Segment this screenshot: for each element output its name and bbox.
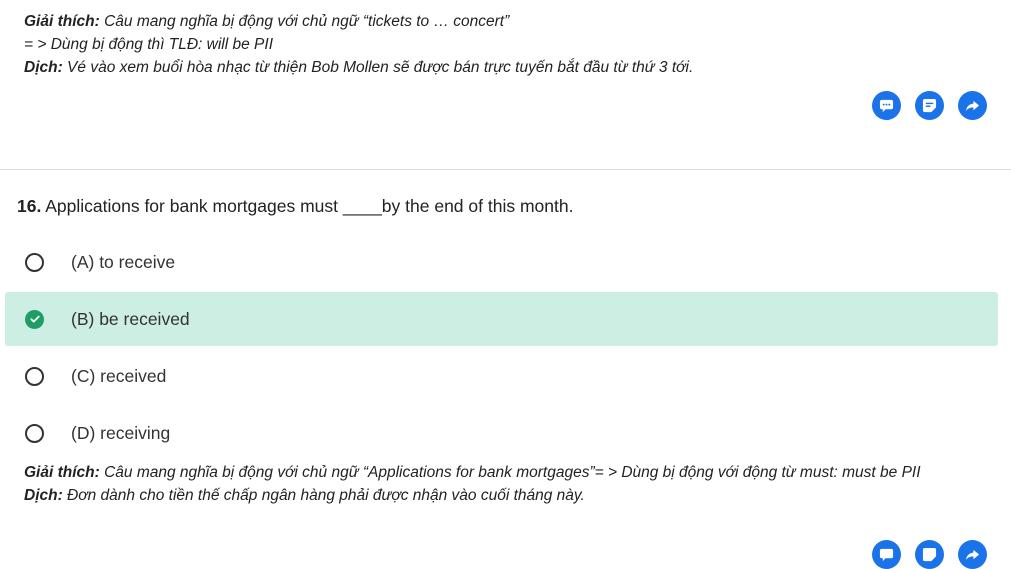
- question-number: 16.: [17, 196, 42, 216]
- explanation-line: Giải thích: Câu mang nghĩa bị động với c…: [24, 461, 989, 484]
- comment-icon: [879, 99, 894, 113]
- note-icon: [922, 547, 937, 562]
- share-icon: [965, 100, 980, 112]
- share-button[interactable]: [958, 91, 987, 120]
- radio-circle-icon[interactable]: [25, 252, 44, 272]
- option-d[interactable]: (D) receiving: [5, 406, 998, 460]
- explanation-line: Giải thích: Câu mang nghĩa bị động với c…: [24, 10, 984, 33]
- question-body: Applications for bank mortgages must ___…: [41, 196, 574, 216]
- option-b[interactable]: (B) be received: [5, 292, 998, 346]
- comment-icon: [879, 548, 894, 562]
- action-buttons: [872, 91, 987, 120]
- comment-button[interactable]: [872, 91, 901, 120]
- option-label: (D) receiving: [71, 422, 171, 443]
- explain-label: Giải thích:: [24, 13, 100, 30]
- option-label: (C) received: [71, 365, 167, 386]
- previous-explanation: Giải thích: Câu mang nghĩa bị động với c…: [24, 10, 984, 79]
- note-button[interactable]: [915, 540, 944, 569]
- explain-text: Câu mang nghĩa bị động với chủ ngữ “Appl…: [99, 464, 921, 481]
- note-button[interactable]: [915, 91, 944, 120]
- option-label: (A) to receive: [71, 251, 176, 272]
- option-label: (B) be received: [71, 308, 190, 329]
- comment-button[interactable]: [872, 540, 901, 569]
- translation-line: Dịch: Đơn dành cho tiền thế chấp ngân hà…: [24, 484, 989, 507]
- share-button[interactable]: [958, 540, 987, 569]
- translate-label: Dịch:: [24, 59, 63, 76]
- translation-line: Dịch: Vé vào xem buổi hòa nhạc từ thiện …: [24, 56, 984, 79]
- radio-circle-icon[interactable]: [25, 366, 44, 386]
- option-c[interactable]: (C) received: [5, 349, 998, 403]
- question-text: 16. Applications for bank mortgages must…: [17, 196, 573, 217]
- radio-circle-icon[interactable]: [25, 423, 44, 443]
- translate-text: Đơn dành cho tiền thế chấp ngân hàng phả…: [62, 487, 585, 504]
- share-icon: [965, 549, 980, 561]
- checkmark-circle-icon[interactable]: [25, 309, 44, 329]
- explain-label: Giải thích:: [24, 464, 100, 481]
- explain-text: Câu mang nghĩa bị động với chủ ngữ “tick…: [99, 13, 510, 30]
- rule-line: = > Dùng bị động thì TLĐ: will be PII: [24, 36, 273, 53]
- option-a[interactable]: (A) to receive: [5, 235, 998, 289]
- translate-text: Vé vào xem buổi hòa nhạc từ thiện Bob Mo…: [62, 59, 694, 76]
- section-divider: [0, 169, 1011, 170]
- checkmark-icon: [29, 315, 40, 323]
- explanation: Giải thích: Câu mang nghĩa bị động với c…: [24, 461, 989, 507]
- action-buttons: [872, 540, 987, 569]
- note-icon: [922, 98, 937, 113]
- translate-label: Dịch:: [24, 487, 63, 504]
